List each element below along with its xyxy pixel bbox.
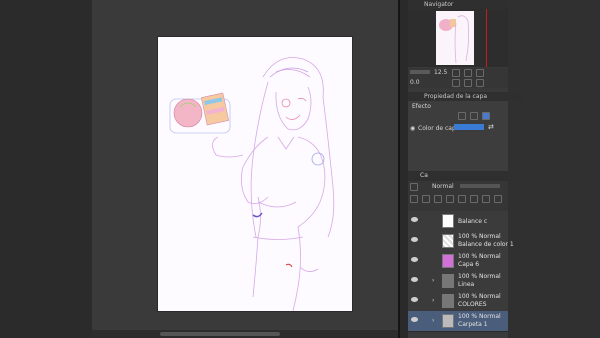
draft-icon[interactable]: [446, 195, 454, 203]
folder-icon: [442, 274, 454, 288]
layer-opacity-mode: 100 % Normal: [458, 293, 501, 300]
layer-thumbnail: [442, 254, 454, 268]
mask-icon[interactable]: [458, 195, 466, 203]
ruler-icon[interactable]: [470, 195, 478, 203]
folder-icon: [442, 314, 454, 328]
layers-panel-header: Ca: [408, 171, 508, 181]
right-panel: Navigator 12.5 0.0 Propiedad de la capa …: [408, 0, 600, 338]
layer-row[interactable]: 100 % Normal Capa 6: [408, 251, 508, 272]
layer-name: Carpeta 1: [458, 321, 488, 328]
line-art-illustration: [169, 57, 335, 311]
expand-arrow-icon[interactable]: ›: [432, 277, 434, 284]
navigator-thumbnail: [436, 11, 474, 65]
layer-row[interactable]: › 100 % Normal Linea: [408, 271, 508, 292]
right-empty-panel: [508, 0, 600, 338]
left-panel: [0, 0, 92, 338]
layer-type-icon[interactable]: [410, 183, 418, 191]
layer-property-header: Propiedad de la capa: [408, 92, 524, 101]
canvas-page[interactable]: [158, 37, 352, 311]
layer-row-selected[interactable]: › 100 % Normal Carpeta 1: [408, 311, 508, 332]
reference-icon[interactable]: [434, 195, 442, 203]
expand-arrow-icon[interactable]: ›: [432, 297, 434, 304]
layers-toolbar: Normal: [408, 181, 508, 211]
effect-layer-color-icon[interactable]: [482, 112, 490, 120]
layer-thumbnail: [442, 234, 454, 248]
layer-name: Balance c: [458, 218, 488, 225]
layer-row[interactable]: › 100 % Normal COLORES: [408, 291, 508, 312]
layer-opacity-mode: 100 % Normal: [458, 313, 501, 320]
visibility-eye-icon[interactable]: [411, 217, 418, 222]
layer-color-swatch[interactable]: [454, 124, 484, 130]
layer-color-checkbox-icon[interactable]: ◉: [410, 125, 415, 132]
layer-name: Linea: [458, 281, 475, 288]
layer-list: Balance c 100 % Normal Balance de color …: [408, 211, 514, 338]
zoom-in-icon[interactable]: [452, 69, 460, 77]
expand-arrow-icon[interactable]: ›: [432, 317, 434, 324]
navigator-title: Navigator: [424, 1, 454, 8]
navigator-header: Navigator: [408, 0, 524, 9]
visibility-eye-icon[interactable]: [411, 257, 418, 262]
zoom-out-icon[interactable]: [464, 69, 472, 77]
canvas-scroll-thumb[interactable]: [160, 332, 280, 336]
more-icon[interactable]: [494, 195, 502, 203]
effect-tone-icon[interactable]: [470, 112, 478, 120]
layer-name: Capa 6: [458, 261, 480, 268]
folder-icon: [442, 294, 454, 308]
clip-icon[interactable]: [422, 195, 430, 203]
visibility-eye-icon[interactable]: [411, 237, 418, 242]
layer-thumbnail: [442, 214, 454, 228]
layer-name: Balance de color 1: [458, 241, 514, 248]
visibility-eye-icon[interactable]: [411, 317, 418, 322]
swap-color-icon[interactable]: ⇄: [488, 123, 494, 131]
panel-toolbar-strip: [400, 0, 408, 338]
layer-opacity-mode: 100 % Normal: [458, 253, 501, 260]
visibility-eye-icon[interactable]: [411, 277, 418, 282]
navigator-thumbnail-art: [439, 15, 470, 64]
rotate-left-icon[interactable]: [452, 79, 460, 87]
rotation-value[interactable]: 0.0: [410, 79, 420, 86]
fit-icon[interactable]: [476, 69, 484, 77]
layer-row[interactable]: Balance c: [408, 211, 508, 232]
zoom-slider[interactable]: [410, 70, 430, 74]
navigator-preview[interactable]: [408, 9, 508, 67]
visibility-eye-icon[interactable]: [411, 297, 418, 302]
layer-property-body: Efecto ◉ Color de capa ⇄: [408, 101, 508, 171]
layer-opacity-mode: 100 % Normal: [458, 233, 501, 240]
effect-border-icon[interactable]: [458, 112, 466, 120]
layer-name: COLORES: [458, 301, 487, 308]
zoom-value[interactable]: 12.5: [434, 69, 447, 76]
layer-opacity-mode: 100 % Normal: [458, 273, 501, 280]
navigator-controls: 12.5 0.0: [408, 68, 508, 88]
layer-color-icon[interactable]: [482, 195, 490, 203]
effect-label: Efecto: [412, 103, 431, 110]
opacity-slider[interactable]: [460, 184, 500, 188]
rotate-right-icon[interactable]: [464, 79, 472, 87]
layers-tab[interactable]: Ca: [420, 172, 428, 179]
layer-row[interactable]: 100 % Normal Balance de color 1: [408, 231, 514, 252]
blend-mode-select[interactable]: Normal: [432, 183, 454, 190]
lock-icon[interactable]: [410, 195, 418, 203]
flip-icon[interactable]: [476, 79, 484, 87]
navigator-view-indicator: [486, 9, 487, 67]
layer-property-title: Propiedad de la capa: [424, 93, 488, 100]
